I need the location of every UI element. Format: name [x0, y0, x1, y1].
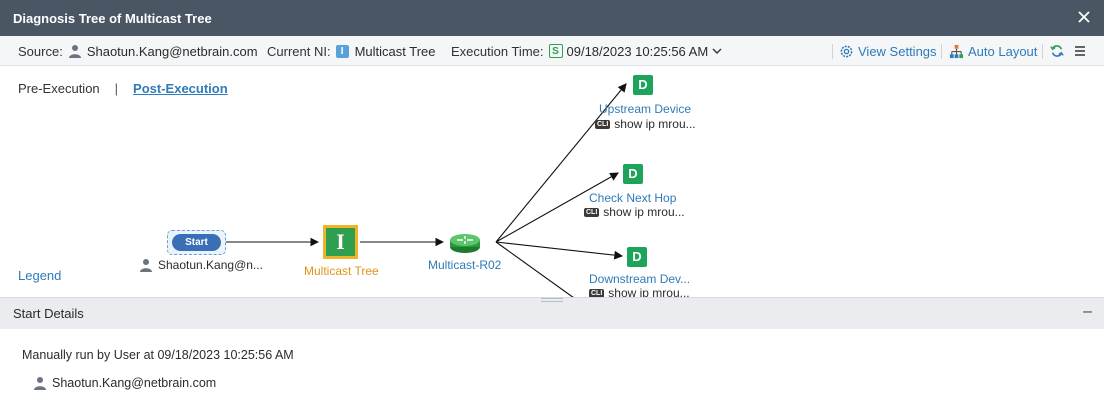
hierarchy-icon [949, 44, 964, 58]
auto-layout-button[interactable]: Auto Layout [949, 36, 1037, 66]
current-ni-info: Current NI: I Multicast Tree [267, 36, 436, 66]
details-panel-header[interactable]: Start Details – [0, 297, 1104, 329]
network-intent-node[interactable]: I [323, 225, 358, 259]
run-summary: Manually run by User at 09/18/2023 10:25… [22, 348, 294, 362]
diagnosis-command-text: show ip mrou... [603, 205, 685, 219]
chevron-down-icon[interactable] [712, 46, 722, 56]
close-icon[interactable] [1076, 9, 1092, 25]
start-user-label: Shaotun.Kang@n... [158, 258, 263, 272]
view-settings-label: View Settings [858, 43, 937, 59]
run-user-label: Shaotun.Kang@netbrain.com [52, 376, 217, 390]
router-icon[interactable] [448, 231, 482, 255]
refresh-icon[interactable] [1050, 44, 1064, 58]
device-label[interactable]: Multicast-R02 [428, 258, 501, 272]
diagnosis-command-next-hop[interactable]: CLI show ip mrou... [584, 205, 685, 219]
user-icon [140, 259, 152, 272]
user-icon [68, 45, 81, 58]
diagnosis-label-upstream[interactable]: Upstream Device [599, 102, 691, 116]
user-icon [34, 377, 46, 390]
start-node[interactable]: Start [167, 230, 226, 255]
details-panel-title: Start Details [13, 306, 84, 321]
edge-device-to-downstream [495, 241, 624, 260]
window-title: Diagnosis Tree of Multicast Tree [13, 10, 212, 26]
resize-grip[interactable] [541, 298, 563, 302]
toolbar-divider [832, 44, 833, 59]
diagnosis-command-text: show ip mrou... [614, 117, 696, 131]
network-intent-label: Multicast Tree [304, 264, 379, 278]
details-panel: Manually run by User at 09/18/2023 10:25… [0, 329, 1104, 403]
diagnosis-node-next-hop[interactable]: D [623, 164, 643, 184]
diagnosis-label-next-hop[interactable]: Check Next Hop [589, 191, 676, 205]
diagnosis-command-upstream[interactable]: CLI show ip mrou... [595, 117, 696, 131]
diagnosis-node-upstream[interactable]: D [633, 75, 653, 95]
current-ni-value: Multicast Tree [354, 43, 436, 59]
execution-time[interactable]: Execution Time: S 09/18/2023 10:25:56 AM [451, 36, 722, 66]
source-info: Source: Shaotun.Kang@netbrain.com [18, 36, 258, 66]
legend-link[interactable]: Legend [18, 268, 61, 283]
diagnosis-node-downstream[interactable]: D [627, 247, 647, 267]
auto-layout-label: Auto Layout [968, 43, 1038, 59]
diagnosis-tree-canvas[interactable]: Pre-Execution | Post-Execution Start Sha… [0, 66, 1104, 298]
current-ni-label: Current NI: [267, 43, 331, 59]
diagnosis-label-downstream[interactable]: Downstream Dev... [589, 272, 690, 286]
start-user: Shaotun.Kang@n... [139, 258, 263, 272]
schedule-icon: S [548, 44, 563, 58]
start-button[interactable]: Start [172, 234, 221, 251]
ni-type-icon: I [335, 44, 349, 58]
source-label: Source: [18, 43, 63, 59]
gear-icon [840, 45, 853, 57]
execution-time-value: 09/18/2023 10:25:56 AM [566, 43, 709, 59]
toolbar-divider [941, 44, 942, 59]
source-value: Shaotun.Kang@netbrain.com [86, 43, 258, 59]
execution-time-label: Execution Time: [451, 43, 544, 59]
run-user: Shaotun.Kang@netbrain.com [33, 376, 216, 390]
collapse-button[interactable]: – [1083, 303, 1092, 321]
title-bar: Diagnosis Tree of Multicast Tree [0, 0, 1104, 36]
toolbar-divider [1042, 44, 1043, 59]
cli-icon: CLI [595, 120, 611, 130]
toolbar: Source: Shaotun.Kang@netbrain.com Curren… [0, 36, 1104, 66]
view-settings-button[interactable]: View Settings [839, 36, 937, 66]
edge-device-to-offscreen [495, 241, 575, 298]
menu-icon[interactable] [1074, 45, 1086, 57]
cli-icon: CLI [584, 208, 600, 218]
